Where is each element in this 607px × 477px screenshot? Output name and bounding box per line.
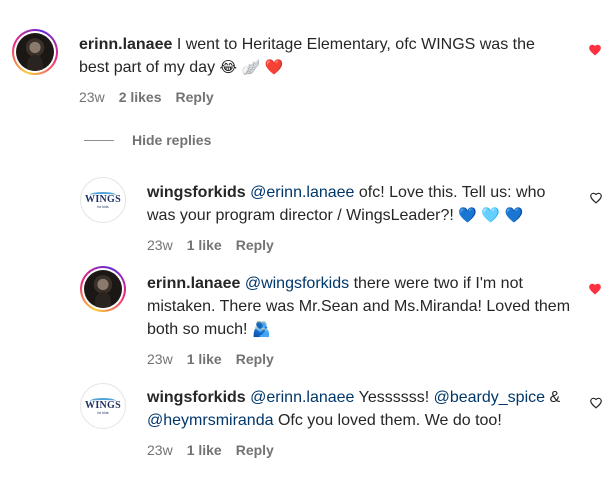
- likes-count[interactable]: 1 like: [187, 442, 222, 458]
- comment-meta: 23w 1 like Reply: [147, 442, 274, 458]
- comment-body: &: [549, 389, 561, 406]
- mention-link[interactable]: @heymrsmiranda: [147, 412, 274, 429]
- wing-emoji: 🪽: [241, 58, 261, 76]
- comment-time: 23w: [147, 351, 173, 367]
- hide-replies-divider: [84, 139, 114, 141]
- reply-button[interactable]: Reply: [176, 89, 214, 105]
- likes-count[interactable]: 1 like: [187, 237, 222, 253]
- comment-body: Yessssss!: [358, 389, 430, 406]
- comment-username[interactable]: wingsforkids: [147, 389, 246, 406]
- comment-meta: 23w 1 like Reply: [147, 351, 274, 367]
- logo-subtext: for kids: [97, 204, 109, 209]
- comment-body: Ofc you loved them. We do too!: [277, 412, 502, 429]
- comment-time: 23w: [147, 442, 173, 458]
- avatar-wingsforkids[interactable]: WINGS for kids: [80, 383, 126, 429]
- reply-button[interactable]: Reply: [236, 237, 274, 253]
- comment-text: erinn.lanaee I went to Heritage Elementa…: [79, 33, 569, 79]
- comment-time: 23w: [79, 89, 105, 105]
- comment-username[interactable]: erinn.lanaee: [79, 36, 172, 53]
- comment-text: erinn.lanaee @wingsforkids there were tw…: [147, 272, 577, 341]
- avatar-erinn-lanaee[interactable]: [12, 29, 58, 75]
- comment-text: wingsforkids @erinn.lanaee ofc! Love thi…: [147, 181, 577, 227]
- heart-filled-icon[interactable]: [588, 282, 602, 296]
- logo-subtext: for kids: [97, 410, 109, 415]
- comment-username[interactable]: wingsforkids: [147, 184, 246, 201]
- heart-outline-icon[interactable]: [589, 191, 603, 205]
- likes-count[interactable]: 2 likes: [119, 89, 162, 105]
- laughing-emoji: 😂: [219, 58, 238, 76]
- avatar-erinn-lanaee[interactable]: [80, 266, 126, 312]
- comment-text: wingsforkids @erinn.lanaee Yessssss! @be…: [147, 386, 577, 432]
- hide-replies-label[interactable]: Hide replies: [132, 132, 211, 148]
- hide-replies-toggle[interactable]: Hide replies: [84, 132, 211, 148]
- blue-heart-emoji: 💙: [504, 206, 524, 224]
- comment-meta: 23w 1 like Reply: [147, 237, 274, 253]
- heart-emoji: ❤️: [264, 58, 284, 76]
- comment-username[interactable]: erinn.lanaee: [147, 275, 240, 292]
- logo-wordmark: WINGS: [85, 193, 121, 205]
- comment-meta: 23w 2 likes Reply: [79, 89, 214, 105]
- avatar-wingsforkids[interactable]: WINGS for kids: [80, 177, 126, 223]
- light-blue-heart-emoji: 🩵: [481, 206, 501, 224]
- likes-count[interactable]: 1 like: [187, 351, 222, 367]
- heart-filled-icon[interactable]: [588, 43, 602, 57]
- mention-link[interactable]: @erinn.lanaee: [250, 184, 354, 201]
- logo-wordmark: WINGS: [85, 399, 121, 411]
- mention-link[interactable]: @wingsforkids: [245, 275, 349, 292]
- comment-time: 23w: [147, 237, 173, 253]
- mention-link[interactable]: @erinn.lanaee: [250, 389, 354, 406]
- hug-emoji: 🫂: [251, 320, 271, 338]
- blue-heart-emoji: 💙: [458, 206, 477, 224]
- reply-button[interactable]: Reply: [236, 351, 274, 367]
- mention-link[interactable]: @beardy_spice: [434, 389, 545, 406]
- heart-outline-icon[interactable]: [589, 396, 603, 410]
- reply-button[interactable]: Reply: [236, 442, 274, 458]
